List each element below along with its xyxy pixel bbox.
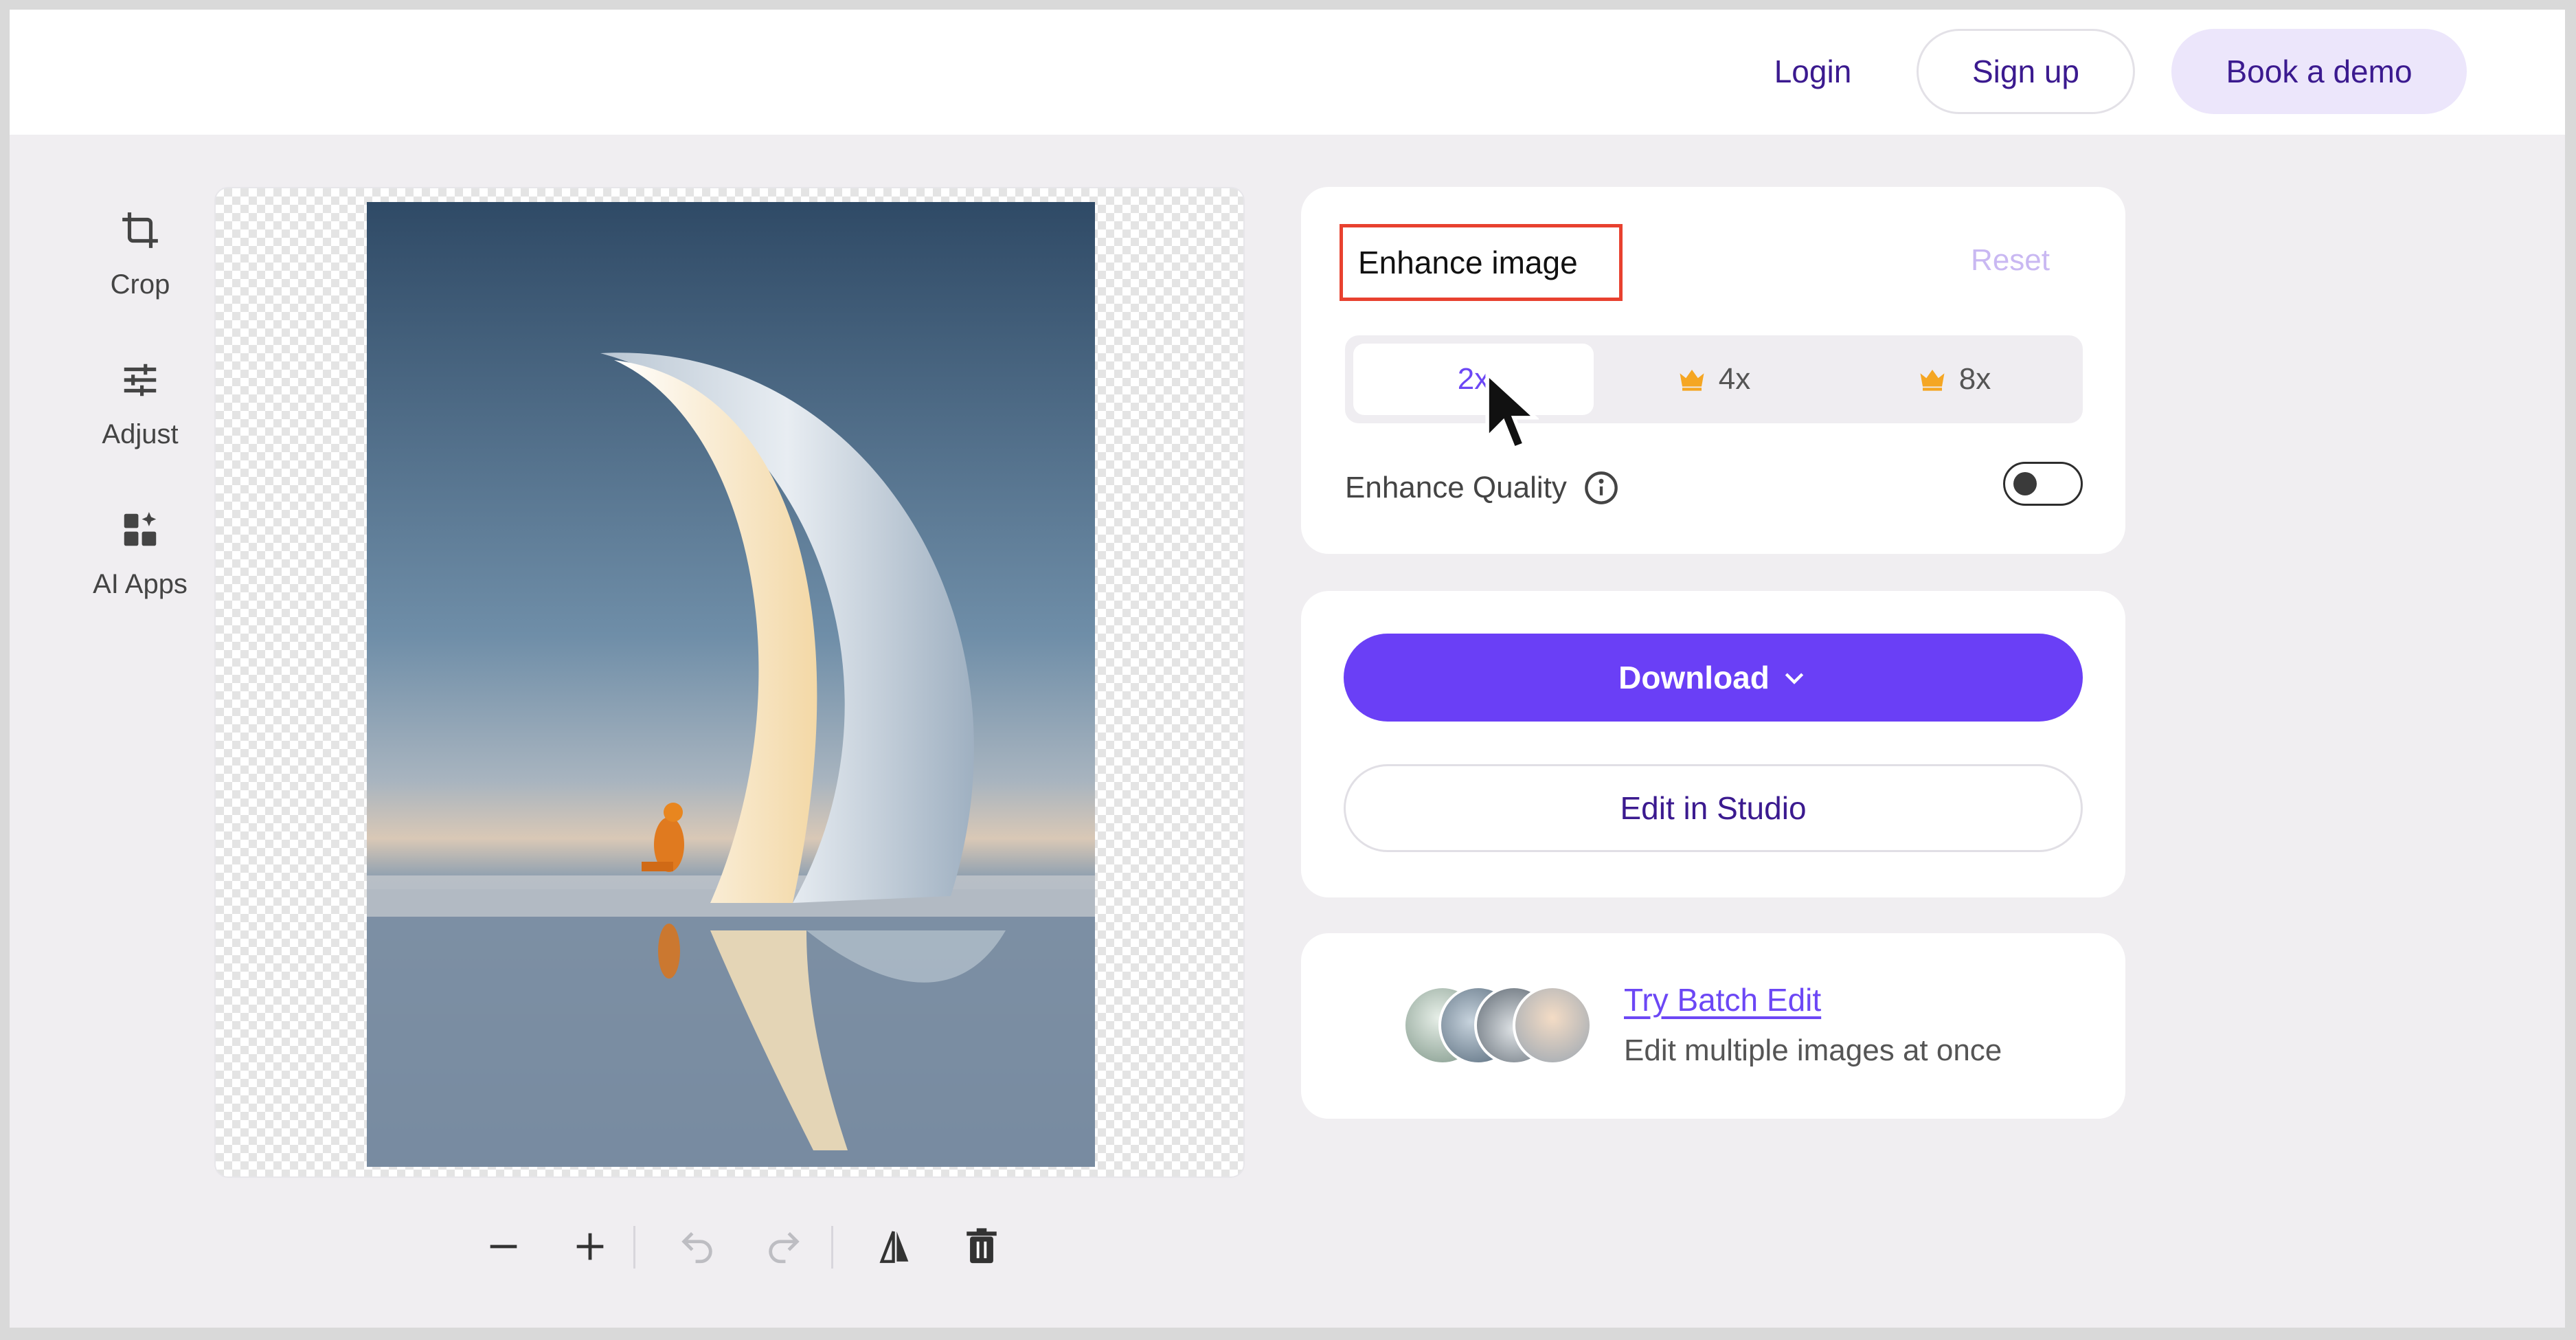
adjust-label: Adjust (102, 419, 179, 449)
redo-icon (769, 1231, 800, 1264)
crop-label: Crop (110, 269, 170, 300)
undo-icon (681, 1231, 712, 1264)
info-icon[interactable] (1583, 470, 1619, 506)
top-header: Login Sign up Book a demo (10, 10, 2565, 135)
flip-icon (879, 1231, 909, 1263)
scale-option-4x[interactable]: 4x (1594, 344, 1834, 415)
edit-in-studio-button[interactable]: Edit in Studio (1344, 764, 2083, 852)
edited-photo[interactable] (367, 202, 1095, 1167)
toggle-knob (2013, 472, 2037, 495)
scale-option-8x[interactable]: 8x (1834, 344, 2075, 415)
photo-image (367, 202, 1095, 1167)
toolbar-divider (831, 1226, 833, 1269)
download-label: Download (1618, 660, 1770, 695)
flip-button[interactable] (871, 1219, 919, 1274)
app-frame: Login Sign up Book a demo Crop Adjust AI… (10, 10, 2565, 1328)
redo-button[interactable] (760, 1219, 808, 1274)
enhance-title: Enhance image (1340, 224, 1623, 301)
zoom-out-button[interactable] (479, 1219, 528, 1274)
reset-button[interactable]: Reset (1971, 243, 2050, 278)
signup-button[interactable]: Sign up (1917, 29, 2135, 114)
scale-option-2x[interactable]: 2x (1353, 344, 1594, 415)
ai-apps-tool[interactable]: AI Apps (58, 509, 223, 625)
enhance-quality-label: Enhance Quality (1345, 471, 1567, 504)
enhance-quality-row: Enhance Quality (1345, 470, 1619, 506)
book-demo-button[interactable]: Book a demo (2171, 29, 2467, 114)
crop-icon (122, 212, 158, 248)
batch-edit-subtitle: Edit multiple images at once (1624, 1034, 2002, 1067)
plus-icon (576, 1233, 604, 1260)
thumbnail-person (1513, 985, 1592, 1065)
try-batch-edit-link[interactable]: Try Batch Edit (1624, 981, 1821, 1018)
sliders-icon (124, 364, 157, 397)
adjust-tool[interactable]: Adjust (58, 359, 223, 476)
scale-option-label: 4x (1718, 362, 1751, 396)
toolbar-divider (633, 1226, 635, 1269)
crop-tool[interactable]: Crop (58, 209, 223, 326)
batch-edit-panel: Try Batch Edit Edit multiple images at o… (1301, 933, 2125, 1119)
login-link[interactable]: Login (1734, 29, 1892, 114)
trash-icon (967, 1228, 997, 1264)
actions-panel: Download Edit in Studio (1301, 591, 2125, 897)
chevron-down-icon (1785, 673, 1804, 684)
zoom-in-button[interactable] (566, 1219, 614, 1274)
download-button[interactable]: Download (1344, 634, 2083, 722)
enhance-panel: Enhance image Reset 2x 4x 8x Enhance Qua… (1301, 187, 2125, 554)
enhance-quality-toggle[interactable] (2003, 462, 2083, 506)
crown-icon (1680, 370, 1704, 391)
minus-icon (490, 1244, 517, 1249)
scale-option-label: 8x (1958, 362, 1991, 396)
undo-button[interactable] (673, 1219, 721, 1274)
ai-apps-label: AI Apps (93, 569, 188, 599)
mouse-cursor-icon (1485, 371, 1539, 451)
scale-selector: 2x 4x 8x (1345, 335, 2083, 423)
apps-grid-icon (124, 512, 157, 546)
delete-button[interactable] (958, 1219, 1006, 1274)
crown-icon (1920, 370, 1945, 391)
batch-thumbnails (1403, 985, 1595, 1068)
